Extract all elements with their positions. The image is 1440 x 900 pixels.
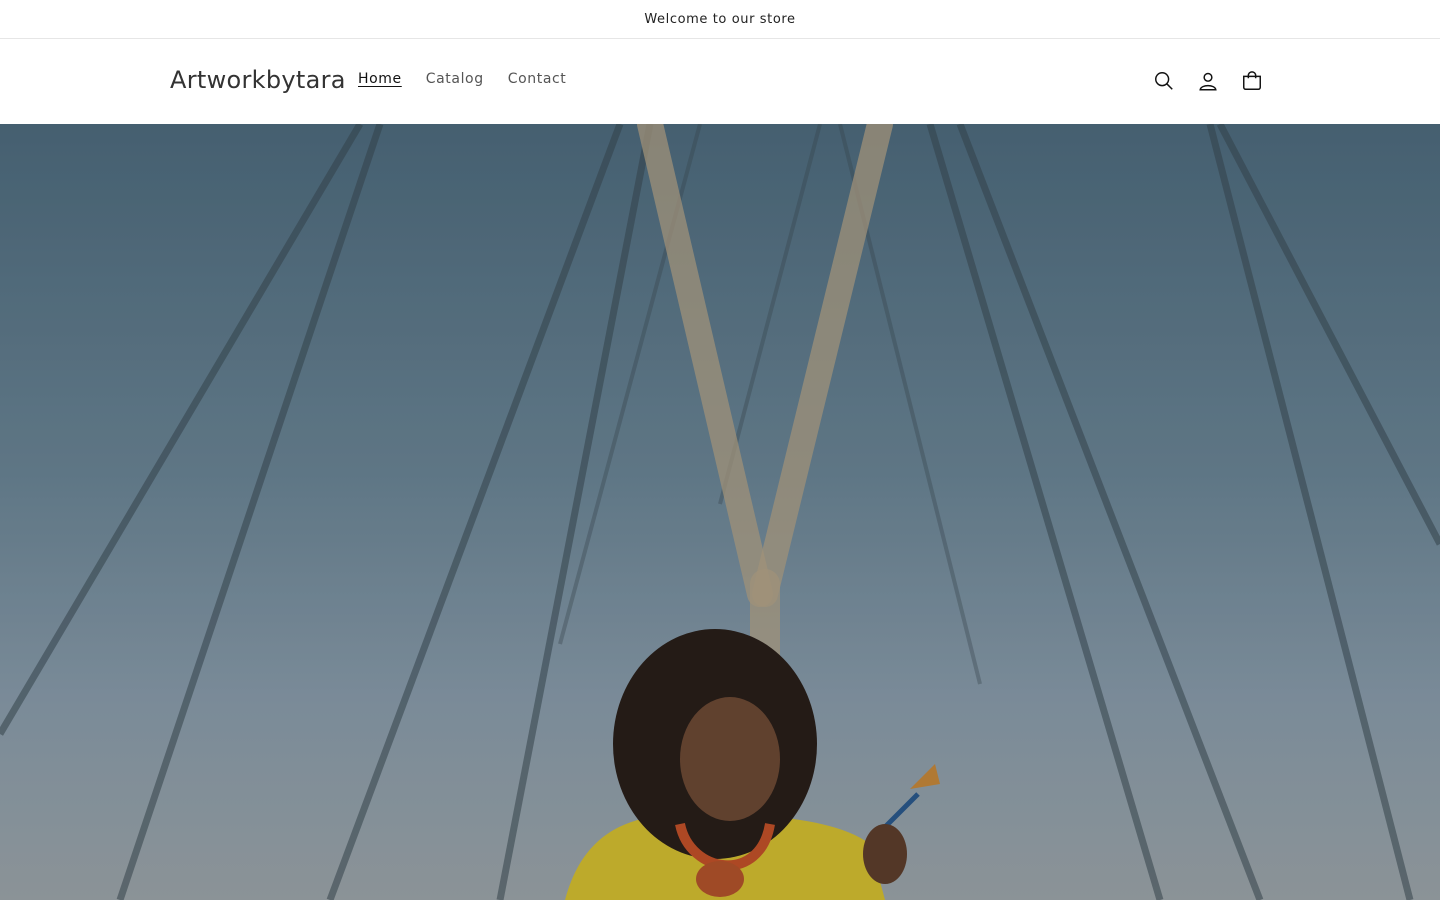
site-header: Artworkbytara Home Catalog Contact xyxy=(0,39,1440,124)
announcement-bar: Welcome to our store xyxy=(0,0,1440,39)
cart-icon xyxy=(1243,71,1261,90)
announcement-text: Welcome to our store xyxy=(644,11,796,27)
brand-logo-link[interactable]: Artworkbytara xyxy=(170,66,346,94)
search-button[interactable] xyxy=(1142,59,1186,103)
nav-catalog[interactable]: Catalog xyxy=(414,69,496,89)
account-icon xyxy=(1199,72,1217,91)
hero-overlay xyxy=(0,124,1440,900)
header-icons xyxy=(1142,59,1274,103)
main-nav: Home Catalog Contact xyxy=(346,69,578,89)
hero-banner xyxy=(0,124,1440,900)
search-icon xyxy=(1155,72,1173,90)
account-button[interactable] xyxy=(1186,59,1230,103)
nav-home[interactable]: Home xyxy=(346,69,414,89)
cart-button[interactable] xyxy=(1230,59,1274,103)
nav-contact[interactable]: Contact xyxy=(496,69,579,89)
